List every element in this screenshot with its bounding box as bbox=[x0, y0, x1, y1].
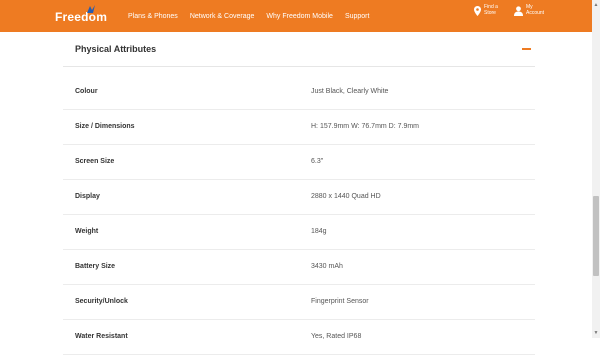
location-pin-icon bbox=[474, 5, 481, 16]
row-label: Security/Unlock bbox=[75, 298, 128, 305]
row-label: Water Resistant bbox=[75, 333, 128, 340]
physical-attributes-header[interactable]: Physical Attributes bbox=[63, 32, 535, 67]
nav-why-freedom[interactable]: Why Freedom Mobile bbox=[266, 13, 333, 20]
row-label: Battery Size bbox=[75, 263, 116, 270]
row-value: 6.3" bbox=[311, 158, 324, 165]
nav-plans-phones[interactable]: Plans & Phones bbox=[128, 13, 178, 20]
logo-bird-icon bbox=[87, 5, 95, 13]
section-title: Physical Attributes bbox=[75, 44, 157, 54]
main-nav: Plans & Phones Network & Coverage Why Fr… bbox=[128, 0, 381, 32]
freedom-logo[interactable]: Freedom bbox=[55, 10, 107, 24]
nav-support[interactable]: Support bbox=[345, 13, 370, 20]
scroll-up-arrow-icon[interactable]: ▲ bbox=[592, 0, 600, 10]
scroll-down-arrow-icon[interactable]: ▼ bbox=[592, 328, 600, 338]
table-row: Colour Just Black, Clearly White bbox=[63, 75, 535, 110]
scrollbar-thumb[interactable] bbox=[593, 196, 599, 276]
find-store-label-2: Store bbox=[484, 9, 496, 16]
collapse-minus-icon[interactable] bbox=[522, 48, 531, 50]
row-label: Colour bbox=[75, 88, 98, 95]
row-value: Yes, Rated IP68 bbox=[311, 333, 362, 340]
find-store-link[interactable]: Find a Store bbox=[474, 4, 498, 16]
row-value: 3430 mAh bbox=[311, 263, 343, 270]
attributes-table: Colour Just Black, Clearly White Size / … bbox=[63, 75, 535, 355]
table-row: Size / Dimensions H: 157.9mm W: 76.7mm D… bbox=[63, 110, 535, 145]
top-nav-bar: Freedom Plans & Phones Network & Coverag… bbox=[0, 0, 592, 32]
row-value: H: 157.9mm W: 76.7mm D: 7.9mm bbox=[311, 123, 420, 130]
row-value: 2880 x 1440 Quad HD bbox=[311, 193, 381, 200]
table-row: Weight 184g bbox=[63, 215, 535, 250]
row-label: Screen Size bbox=[75, 158, 115, 165]
nav-network-coverage[interactable]: Network & Coverage bbox=[190, 13, 255, 20]
table-row: Screen Size 6.3" bbox=[63, 145, 535, 180]
row-value: Fingerprint Sensor bbox=[311, 298, 369, 305]
table-row: Display 2880 x 1440 Quad HD bbox=[63, 180, 535, 215]
row-label: Size / Dimensions bbox=[75, 123, 135, 130]
page-scrollbar[interactable]: ▲ ▼ bbox=[592, 0, 600, 338]
table-row: Battery Size 3430 mAh bbox=[63, 250, 535, 285]
row-value: Just Black, Clearly White bbox=[311, 88, 389, 95]
my-account-label-2: Account bbox=[526, 9, 545, 16]
user-icon bbox=[514, 5, 523, 16]
row-label: Display bbox=[75, 193, 100, 200]
row-label: Weight bbox=[75, 228, 99, 235]
my-account-link[interactable]: My Account bbox=[514, 4, 545, 16]
table-row: Security/Unlock Fingerprint Sensor bbox=[63, 285, 535, 320]
row-value: 184g bbox=[311, 228, 327, 235]
